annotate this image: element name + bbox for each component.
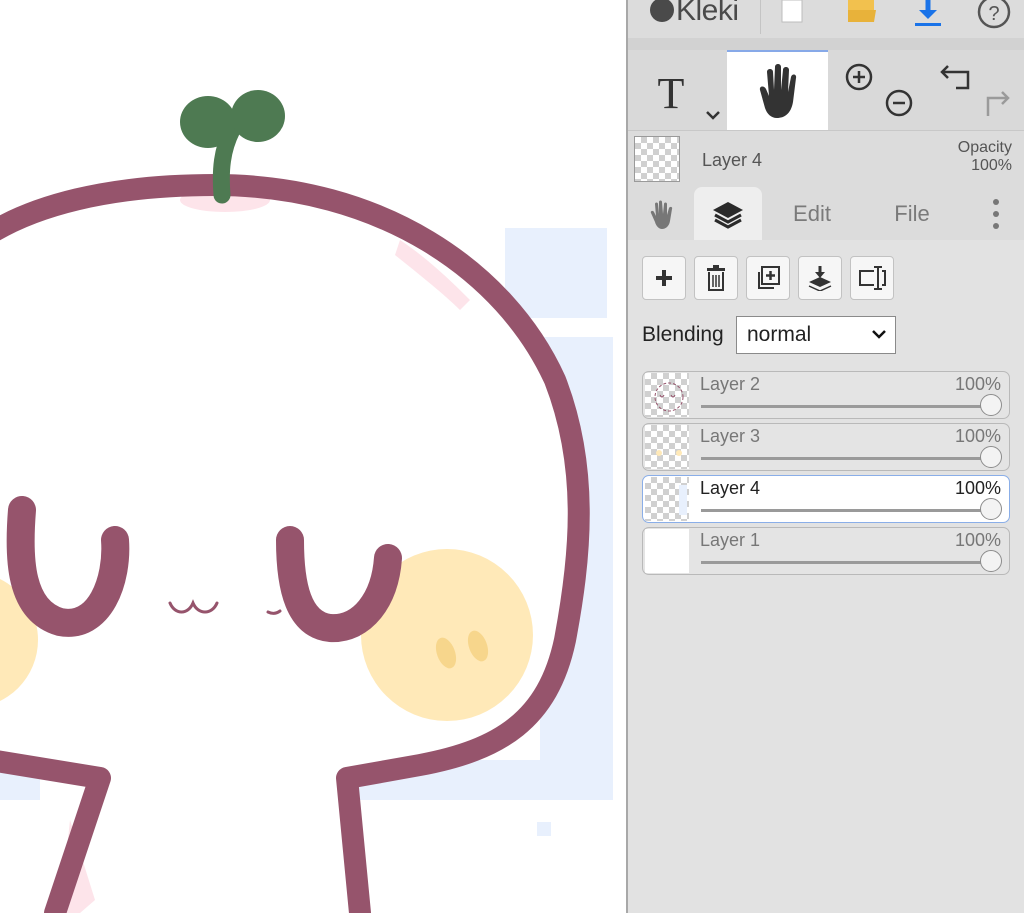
more-vertical-icon [993,198,999,229]
opacity-slider-track[interactable] [701,405,991,408]
current-layer-info: Layer 4 Opacity 100% [628,131,1024,187]
app-name: Kleki [676,0,739,27]
opacity-slider-handle[interactable] [980,498,1002,520]
layer-thumbnail [645,425,689,469]
divider [760,0,761,34]
opacity-value: 100% [971,157,1012,174]
svg-text:T: T [658,69,685,118]
redo-icon[interactable] [986,91,1010,116]
tab-layers[interactable] [694,187,762,240]
current-layer-thumbnail [634,136,680,182]
current-layer-name: Layer 4 [702,150,763,170]
layer-row[interactable]: Layer 2 100% [642,371,1010,419]
add-layer-icon [656,270,672,286]
layer-opacity: 100% [954,374,1001,394]
hand-icon [650,200,673,229]
opacity-label: Opacity [957,139,1012,156]
blending-label: Blending [642,323,724,346]
tab-more[interactable] [976,187,1016,240]
delete-layer-button[interactable] [694,256,738,300]
text-tool-button[interactable]: T [628,50,726,130]
opacity-slider-handle[interactable] [980,550,1002,572]
duplicate-layer-button[interactable] [746,256,790,300]
layer-name: Layer 3 [700,426,761,446]
layer-name: Layer 4 [700,478,761,498]
zoom-controls [838,50,928,130]
undo-icon[interactable] [940,65,970,90]
layer-row[interactable]: Layer 3 100% [642,423,1010,471]
sprout-leaf [180,96,236,148]
opacity-slider-track[interactable] [701,509,991,512]
layer-row[interactable]: Layer 4 100% [642,475,1010,523]
app-logo[interactable]: Kleki [650,0,739,28]
layer-row[interactable]: Layer 1 100% [642,527,1010,575]
blending-select[interactable]: normal [736,316,896,354]
layer-name: Layer 2 [700,374,761,394]
panel-tabs: Edit File [628,187,1024,241]
canvas-artwork [0,90,613,913]
layers-panel: Blending normal Layer 2 100% Layer 3 100… [628,240,1024,913]
delete-layer-icon [707,265,725,291]
new-image-icon[interactable] [778,0,806,35]
opacity-slider-handle[interactable] [980,394,1002,416]
rename-layer-icon [859,266,886,290]
text-tool-icon: T [658,69,720,120]
layer-opacity: 100% [954,530,1001,550]
opacity-slider-track[interactable] [701,457,991,460]
zoom-in-icon[interactable] [845,63,873,91]
bg-shape [537,822,551,836]
layer-thumbnail [645,477,689,521]
hand-tool-icon [759,64,797,118]
tool-row: T [628,50,1024,131]
toolbar-spacer [628,38,1024,50]
merge-down-button[interactable] [798,256,842,300]
open-folder-icon[interactable] [844,0,878,35]
top-bar: Kleki ? [628,0,1024,39]
side-panel: Kleki ? T Layer 4 Opacity 100% Edit File… [626,0,1024,913]
add-layer-button[interactable] [642,256,686,300]
chevron-down-icon [871,317,887,365]
layers-icon [713,201,743,229]
hand-tool-button[interactable] [727,50,828,130]
current-layer-opacity: Opacity 100% [958,139,1012,175]
zoom-out-icon[interactable] [885,89,913,117]
sprout-leaf [231,90,285,142]
history-controls [930,50,1024,130]
opacity-slider-track[interactable] [701,561,991,564]
layer-thumbnail [645,529,689,573]
layer-name: Layer 1 [700,530,761,550]
layer-thumbnail [645,373,689,417]
download-icon[interactable] [912,0,944,35]
blending-value: normal [747,323,812,346]
bg-shape [505,228,607,318]
merge-down-icon [808,266,832,291]
svg-text:?: ? [988,3,999,25]
drawing-canvas[interactable] [0,0,626,913]
opacity-slider-handle[interactable] [980,446,1002,468]
layer-opacity: 100% [954,478,1001,498]
tab-hand[interactable] [634,187,692,240]
duplicate-layer-icon [758,266,780,289]
tab-edit[interactable]: Edit [774,187,850,240]
kleki-logo-icon [650,0,674,22]
rename-layer-button[interactable] [850,256,894,300]
tab-file[interactable]: File [872,187,952,240]
layer-opacity: 100% [954,426,1001,446]
help-icon[interactable]: ? [976,0,1012,35]
